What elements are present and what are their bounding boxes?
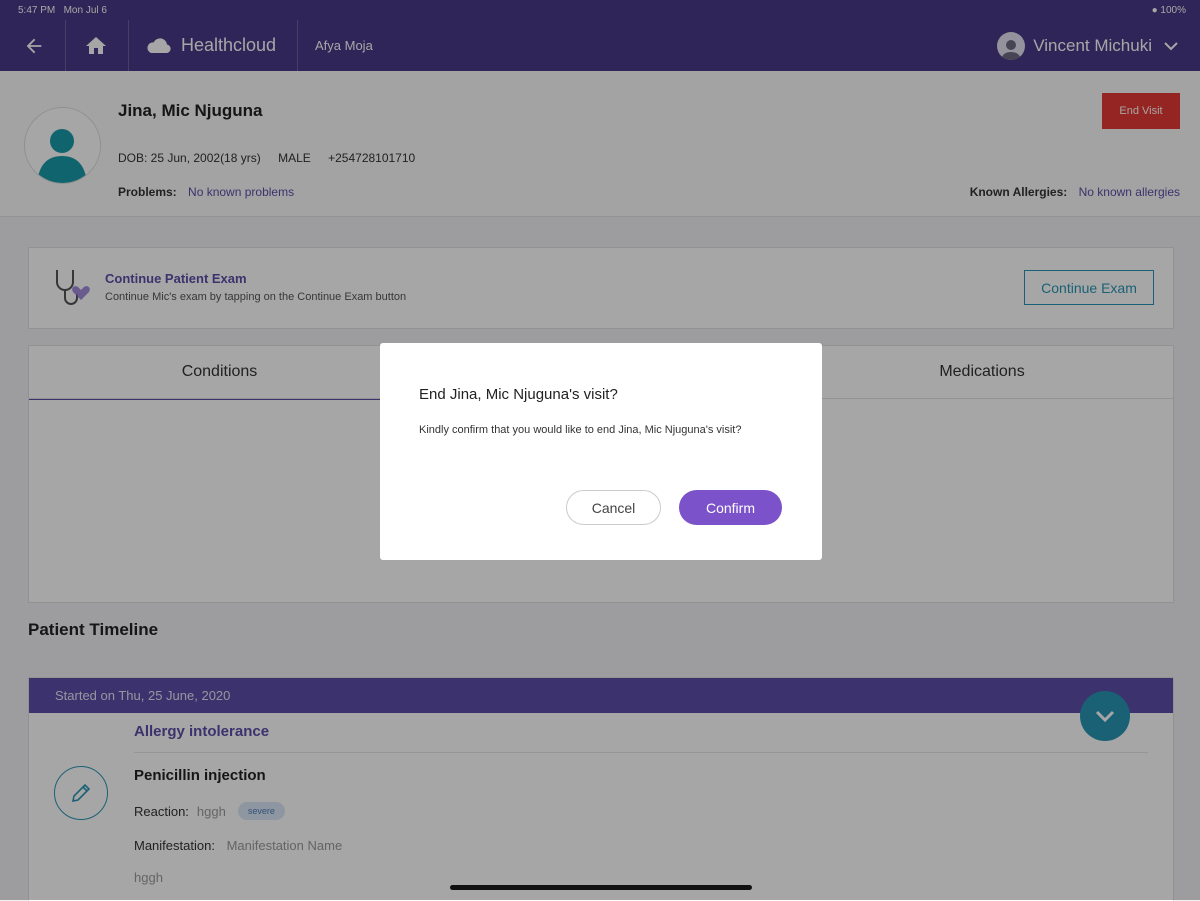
dialog-message: Kindly confirm that you would like to en… xyxy=(419,424,742,436)
home-indicator[interactable] xyxy=(450,885,752,890)
confirm-button[interactable]: Confirm xyxy=(679,490,782,525)
dialog-title: End Jina, Mic Njuguna's visit? xyxy=(419,386,618,403)
cancel-button[interactable]: Cancel xyxy=(566,490,661,525)
end-visit-dialog: End Jina, Mic Njuguna's visit? Kindly co… xyxy=(380,343,822,560)
